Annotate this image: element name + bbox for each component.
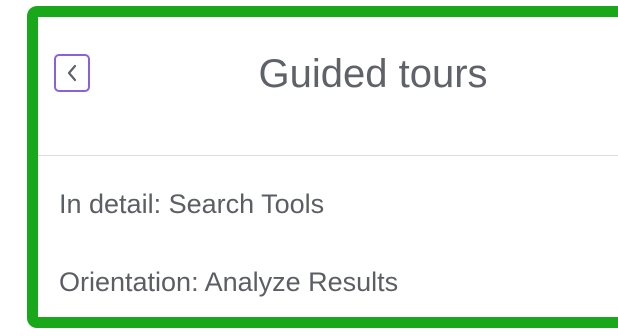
tour-item-analyze-results[interactable]: Orientation: Analyze Results: [59, 266, 398, 298]
guided-tours-panel: Guided tours In detail: Search Tools Ori…: [38, 17, 618, 317]
panel-header: Guided tours: [38, 17, 618, 156]
page-title: Guided tours: [258, 52, 488, 96]
tour-item-search-tools[interactable]: In detail: Search Tools: [59, 188, 324, 220]
guided-tours-window: Guided tours In detail: Search Tools Ori…: [0, 0, 618, 336]
